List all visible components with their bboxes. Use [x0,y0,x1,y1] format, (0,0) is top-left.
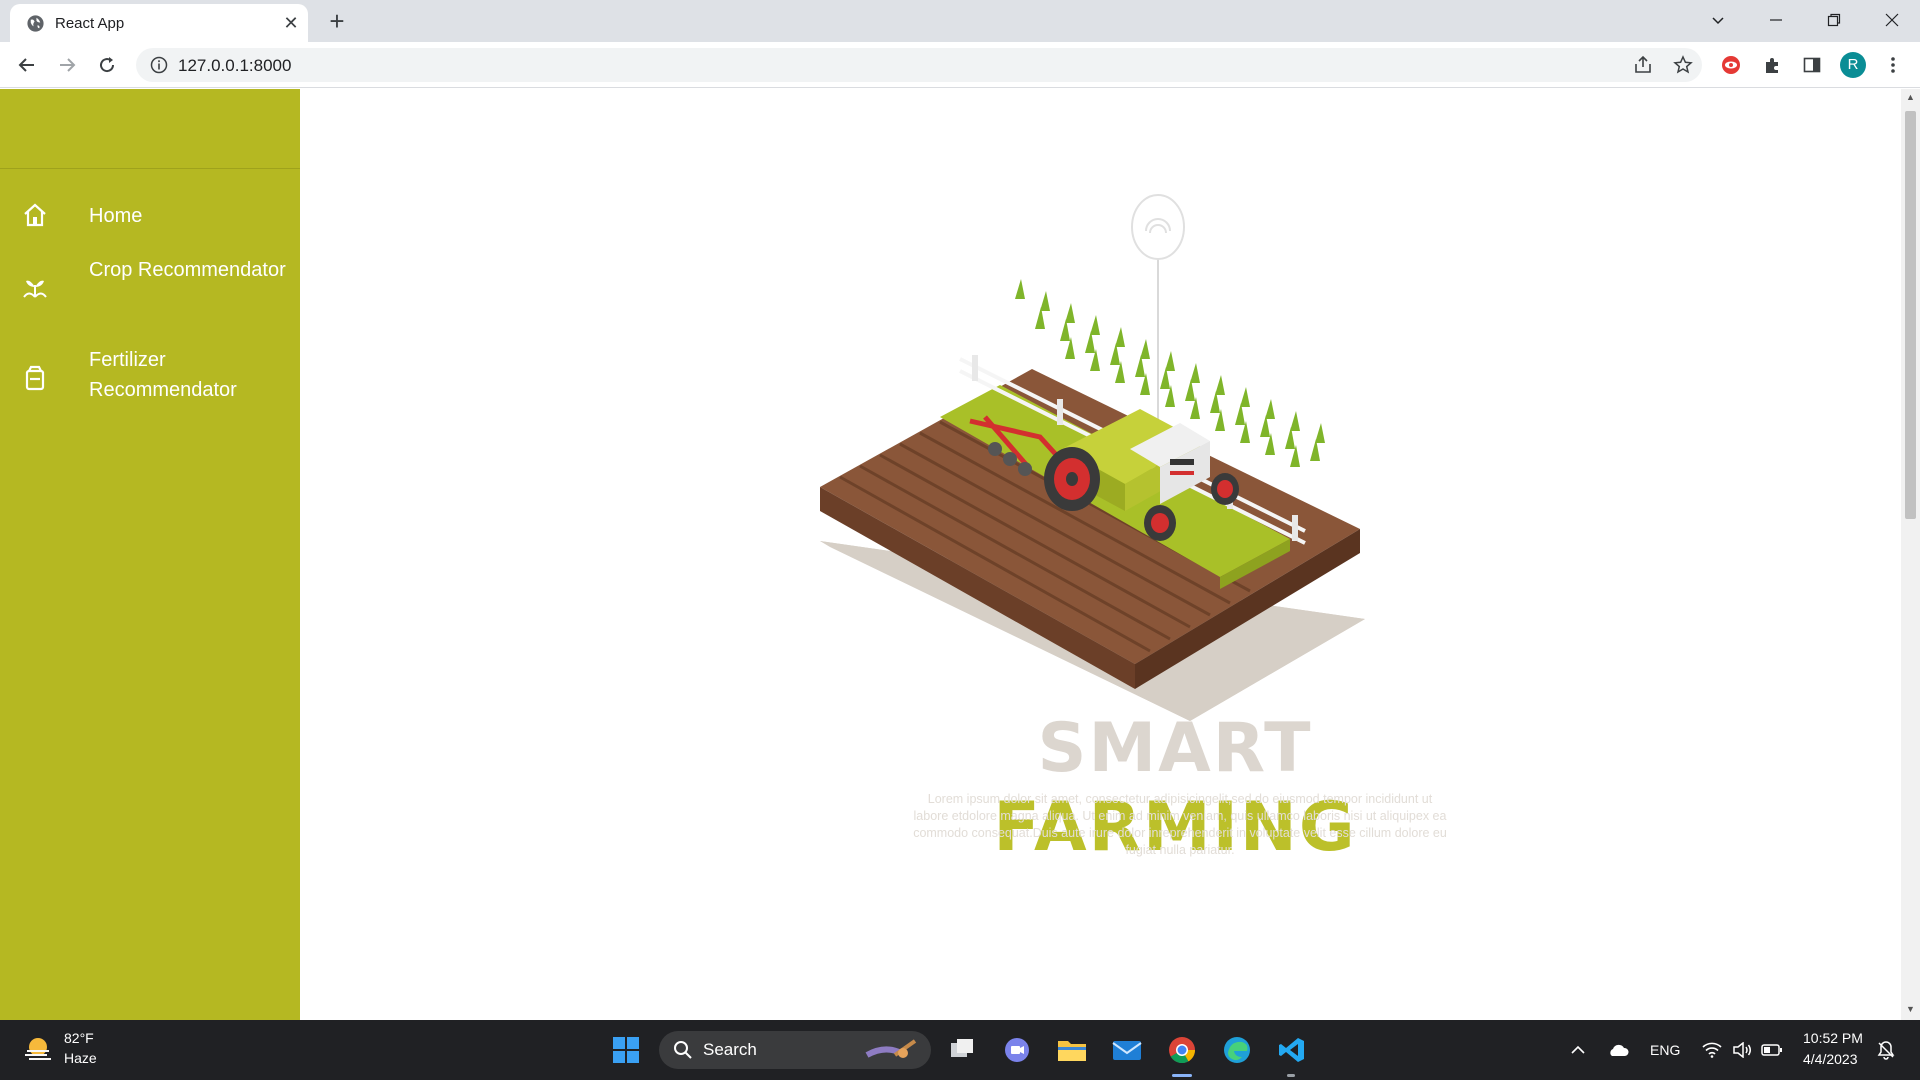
profile-avatar[interactable]: R [1838,50,1868,80]
weather-description[interactable]: Haze [64,1050,97,1066]
file-explorer-icon[interactable] [1052,1030,1092,1070]
more-menu-icon[interactable] [1878,50,1908,80]
language-indicator[interactable]: ENG [1650,1042,1680,1058]
new-tab-button[interactable]: + [322,6,352,36]
info-icon[interactable] [150,56,168,74]
chevron-up-icon[interactable] [1558,1030,1598,1070]
weather-temperature[interactable]: 82°F [64,1030,94,1046]
extensions-puzzle-icon[interactable] [1758,50,1788,80]
battery-icon[interactable] [1752,1030,1792,1070]
sidebar-item-label: Home [89,205,143,227]
scroll-down-arrow[interactable]: ▼ [1906,1005,1915,1014]
browser-tab-strip: React App ✕ + [0,0,1920,42]
bookmark-star-icon[interactable] [1668,50,1698,80]
clock-date[interactable]: 4/4/2023 [1803,1051,1858,1067]
close-window-button[interactable] [1864,0,1920,40]
close-tab-icon[interactable]: ✕ [280,12,302,34]
address-bar[interactable]: 127.0.0.1:8000 [136,48,1702,82]
browser-toolbar: 127.0.0.1:8000 R [0,42,1920,88]
haze-weather-icon[interactable] [22,1033,54,1065]
vscode-icon[interactable] [1272,1030,1312,1070]
clock-time[interactable]: 10:52 PM [1803,1030,1863,1046]
vscode-running-indicator [1287,1074,1295,1077]
scroll-thumb[interactable] [1905,111,1916,519]
sidebar-header [0,89,300,169]
restore-button[interactable] [1806,0,1862,40]
scroll-up-arrow[interactable]: ▲ [1906,93,1915,102]
tab-search-icon[interactable] [1690,0,1746,40]
mail-icon[interactable] [1107,1030,1147,1070]
hero-title-smart: SMART [1037,709,1313,788]
side-panel-icon[interactable] [1797,50,1827,80]
hero-description: Lorem ipsum dolor sit amet, consectetur … [913,792,1447,857]
share-icon[interactable] [1628,50,1658,80]
windows-start-icon[interactable] [606,1030,646,1070]
notification-bell-icon[interactable] [1866,1030,1906,1070]
page-scrollbar[interactable]: ▲ ▼ [1901,89,1920,1020]
onedrive-cloud-icon[interactable] [1598,1030,1638,1070]
reload-button[interactable] [92,50,122,80]
minimize-button[interactable] [1748,0,1804,40]
fertilizer-bag-icon [25,365,45,391]
sprout-icon [23,280,47,298]
teams-chat-icon[interactable] [997,1030,1037,1070]
tab-title: React App [55,15,125,32]
smart-farming-illustration [820,194,1365,721]
search-label: Search [703,1040,757,1059]
sidebar-item-label: Fertilizer Recommendator [89,349,237,401]
extension-eye-icon[interactable] [1716,50,1746,80]
browser-tab[interactable]: React App ✕ [10,4,308,42]
sidebar-item-label: Crop Recommendator [89,259,286,281]
edge-icon[interactable] [1217,1030,1257,1070]
profile-initial: R [1840,52,1866,78]
sidebar: Home Crop Recommendator Fertilizer Recom… [0,89,300,1020]
chrome-active-indicator [1172,1074,1192,1077]
windows-taskbar: 82°F Haze Search ENG 10:52 PM 4/4/2023 [0,1020,1920,1080]
search-highlight-icon [865,1039,917,1058]
forward-button[interactable] [52,50,82,80]
search-icon [674,1041,692,1059]
task-view-icon[interactable] [942,1030,982,1070]
url-text[interactable]: 127.0.0.1:8000 [178,56,291,76]
sidebar-item-crop-recommendator[interactable]: Crop Recommendator [0,255,300,321]
sidebar-item-fertilizer-recommendator[interactable]: Fertilizer Recommendator [0,345,300,411]
sidebar-item-home[interactable]: Home [0,197,300,237]
main-content: SMART FARMING Lorem ipsum dolor sit amet… [300,89,1901,1020]
chrome-icon[interactable] [1162,1030,1202,1070]
globe-icon [27,15,44,32]
home-icon [24,203,46,227]
back-button[interactable] [12,50,42,80]
taskbar-search-box[interactable]: Search [659,1031,931,1069]
